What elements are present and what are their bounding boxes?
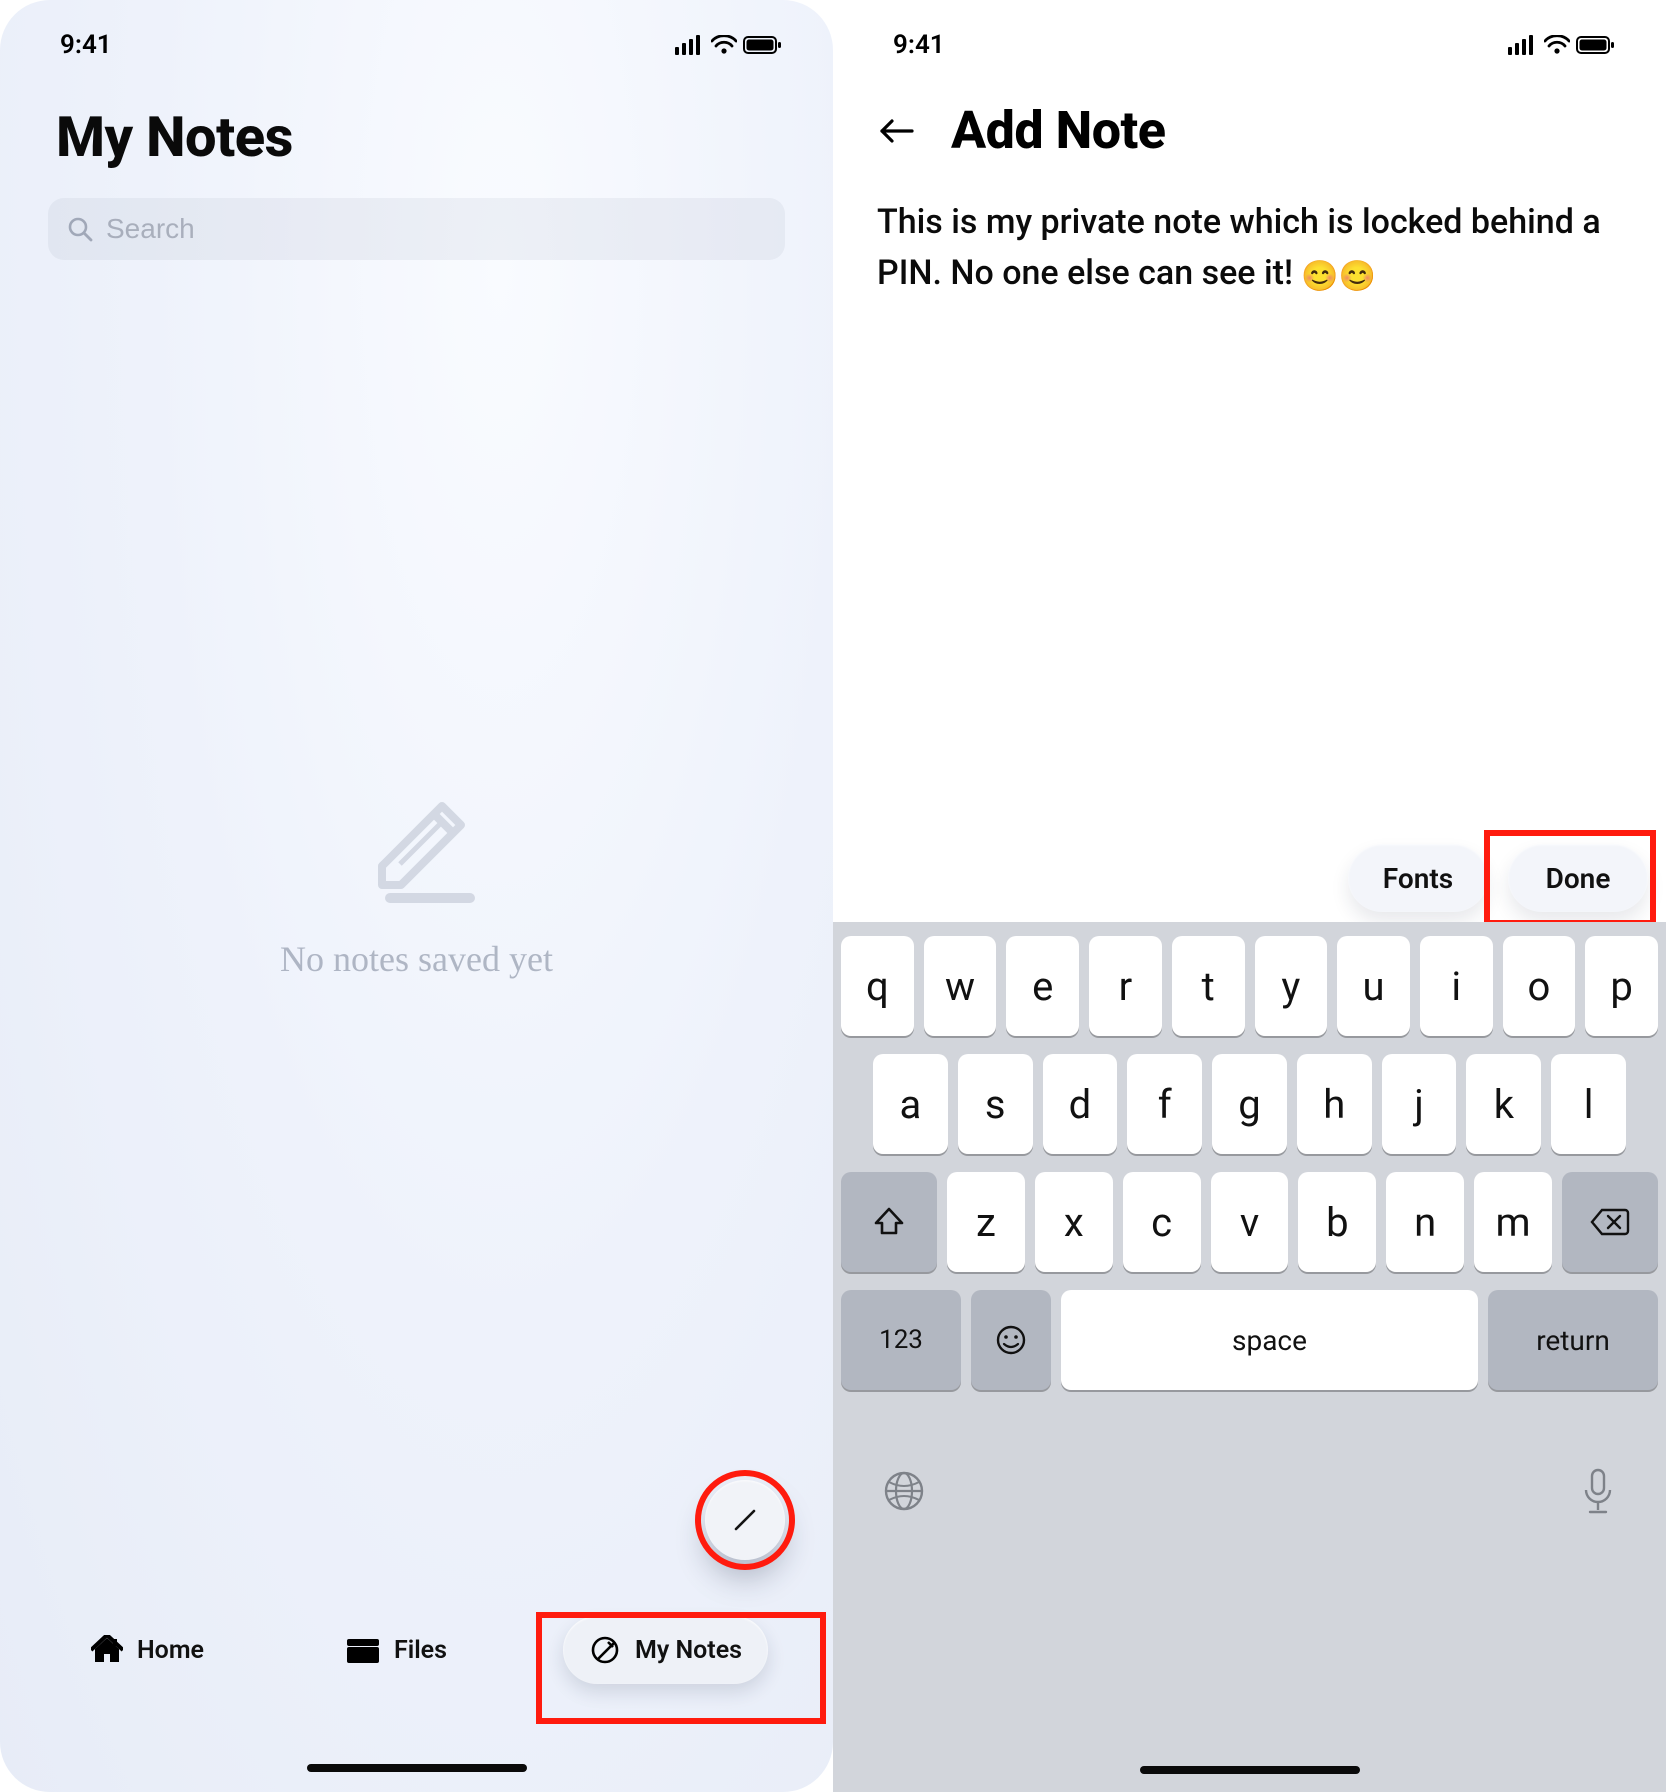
search-field[interactable] xyxy=(48,198,785,260)
tab-home[interactable]: Home xyxy=(65,1617,230,1683)
notes-icon xyxy=(589,1634,621,1666)
key-k[interactable]: k xyxy=(1466,1054,1541,1154)
key-t[interactable]: t xyxy=(1172,936,1245,1036)
emoji-icon xyxy=(994,1323,1028,1357)
key-y[interactable]: y xyxy=(1255,936,1328,1036)
back-button[interactable] xyxy=(873,107,921,155)
page-header: Add Note xyxy=(833,80,1666,171)
status-icons xyxy=(1508,35,1616,55)
key-r[interactable]: r xyxy=(1089,936,1162,1036)
screen-my-notes: 9:41 My Notes No notes saved yet xyxy=(0,0,833,1792)
search-icon xyxy=(66,215,94,243)
tab-files-label: Files xyxy=(394,1636,447,1665)
fab-container xyxy=(705,1480,785,1560)
keyboard: q w e r t y u i o p a s d f g h j k l z xyxy=(833,922,1666,1792)
key-b[interactable]: b xyxy=(1298,1172,1376,1272)
edit-icon xyxy=(730,1505,760,1535)
status-bar: 9:41 xyxy=(0,0,833,80)
key-space[interactable]: space xyxy=(1061,1290,1478,1390)
wifi-icon xyxy=(711,35,737,55)
keyboard-row-2: a s d f g h j k l xyxy=(841,1054,1658,1154)
keyboard-row-4: 123 space return xyxy=(841,1290,1658,1390)
keyboard-row-3: z x c v b n m xyxy=(841,1172,1658,1272)
key-backspace[interactable] xyxy=(1562,1172,1658,1272)
key-l[interactable]: l xyxy=(1551,1054,1626,1154)
key-v[interactable]: v xyxy=(1211,1172,1289,1272)
key-shift[interactable] xyxy=(841,1172,937,1272)
tab-home-label: Home xyxy=(137,1636,204,1665)
done-button[interactable]: Done xyxy=(1508,844,1648,912)
wifi-icon xyxy=(1544,35,1570,55)
key-o[interactable]: o xyxy=(1503,936,1576,1036)
empty-state: No notes saved yet xyxy=(0,780,833,980)
status-icons xyxy=(675,35,783,55)
key-d[interactable]: d xyxy=(1043,1054,1118,1154)
key-n[interactable]: n xyxy=(1386,1172,1464,1272)
tab-my-notes-label: My Notes xyxy=(635,1636,742,1665)
cell-signal-icon xyxy=(675,35,705,55)
globe-button[interactable] xyxy=(881,1468,927,1518)
globe-icon xyxy=(881,1468,927,1514)
keyboard-row-1: q w e r t y u i o p xyxy=(841,936,1658,1036)
tab-files[interactable]: Files xyxy=(320,1618,473,1683)
cell-signal-icon xyxy=(1508,35,1538,55)
key-u[interactable]: u xyxy=(1337,936,1410,1036)
key-e[interactable]: e xyxy=(1006,936,1079,1036)
key-x[interactable]: x xyxy=(1035,1172,1113,1272)
page-title: My Notes xyxy=(56,104,777,170)
note-editor[interactable]: This is my private note which is locked … xyxy=(833,171,1666,299)
tab-my-notes[interactable]: My Notes xyxy=(563,1616,768,1684)
search-input[interactable] xyxy=(106,213,767,245)
keyboard-toolbar: Fonts Done xyxy=(1348,844,1648,912)
tab-bar: Home Files My Notes xyxy=(0,1592,833,1760)
new-note-button[interactable] xyxy=(705,1480,785,1560)
key-j[interactable]: j xyxy=(1382,1054,1457,1154)
key-h[interactable]: h xyxy=(1297,1054,1372,1154)
screen-add-note: 9:41 Add Note This is my private note wh… xyxy=(833,0,1666,1792)
empty-state-text: No notes saved yet xyxy=(280,938,553,980)
key-emoji[interactable] xyxy=(971,1290,1051,1390)
fonts-button[interactable]: Fonts xyxy=(1348,844,1488,912)
folder-icon xyxy=(346,1636,380,1664)
key-p[interactable]: p xyxy=(1585,936,1658,1036)
key-123[interactable]: 123 xyxy=(841,1290,961,1390)
key-c[interactable]: c xyxy=(1123,1172,1201,1272)
key-return[interactable]: return xyxy=(1488,1290,1658,1390)
key-z[interactable]: z xyxy=(947,1172,1025,1272)
arrow-left-icon xyxy=(878,116,916,146)
home-indicator xyxy=(307,1764,527,1772)
dictation-button[interactable] xyxy=(1578,1466,1618,1520)
battery-icon xyxy=(743,35,783,55)
status-time: 9:41 xyxy=(893,30,945,60)
shift-icon xyxy=(872,1205,906,1239)
page-header: My Notes xyxy=(0,80,833,182)
home-icon xyxy=(91,1635,123,1665)
home-indicator xyxy=(1140,1766,1360,1774)
note-text: This is my private note which is locked … xyxy=(877,202,1601,293)
key-i[interactable]: i xyxy=(1420,936,1493,1036)
status-time: 9:41 xyxy=(60,30,112,60)
key-w[interactable]: w xyxy=(924,936,997,1036)
key-a[interactable]: a xyxy=(873,1054,948,1154)
pencil-icon xyxy=(342,780,492,914)
key-s[interactable]: s xyxy=(958,1054,1033,1154)
key-m[interactable]: m xyxy=(1474,1172,1552,1272)
keyboard-bottom xyxy=(841,1408,1658,1558)
mic-icon xyxy=(1578,1466,1618,1516)
key-f[interactable]: f xyxy=(1127,1054,1202,1154)
note-emoji: 😊😊 xyxy=(1301,259,1376,294)
backspace-icon xyxy=(1590,1207,1630,1237)
key-g[interactable]: g xyxy=(1212,1054,1287,1154)
status-bar: 9:41 xyxy=(833,0,1666,80)
battery-icon xyxy=(1576,35,1616,55)
key-q[interactable]: q xyxy=(841,936,914,1036)
page-title: Add Note xyxy=(951,100,1166,161)
